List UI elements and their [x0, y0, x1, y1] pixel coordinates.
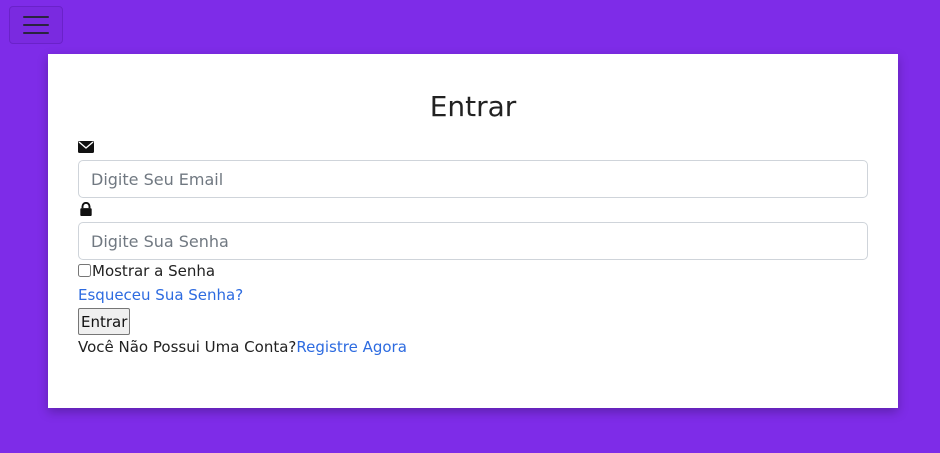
forgot-password-link[interactable]: Esqueceu Sua Senha?	[78, 286, 243, 304]
login-card: Entrar Mostrar a Senha Esqueceu Sua Senh…	[48, 54, 898, 408]
lock-icon	[80, 202, 92, 216]
hamburger-icon-bar	[23, 24, 49, 26]
register-link[interactable]: Registre Agora	[296, 338, 407, 356]
show-password-label[interactable]: Mostrar a Senha	[92, 262, 215, 280]
submit-button[interactable]: Entrar	[78, 308, 131, 335]
register-prompt: Você Não Possui Uma Conta?Registre Agora	[78, 338, 407, 356]
password-field[interactable]	[78, 222, 868, 260]
email-field[interactable]	[78, 160, 868, 198]
hamburger-icon-bar	[23, 16, 49, 18]
page-title: Entrar	[429, 90, 517, 123]
hamburger-icon-bar	[23, 32, 49, 34]
no-account-text: Você Não Possui Uma Conta?	[78, 338, 297, 356]
show-password-checkbox[interactable]	[78, 264, 91, 277]
envelope-icon	[78, 141, 94, 153]
menu-toggle-button[interactable]	[9, 6, 63, 44]
